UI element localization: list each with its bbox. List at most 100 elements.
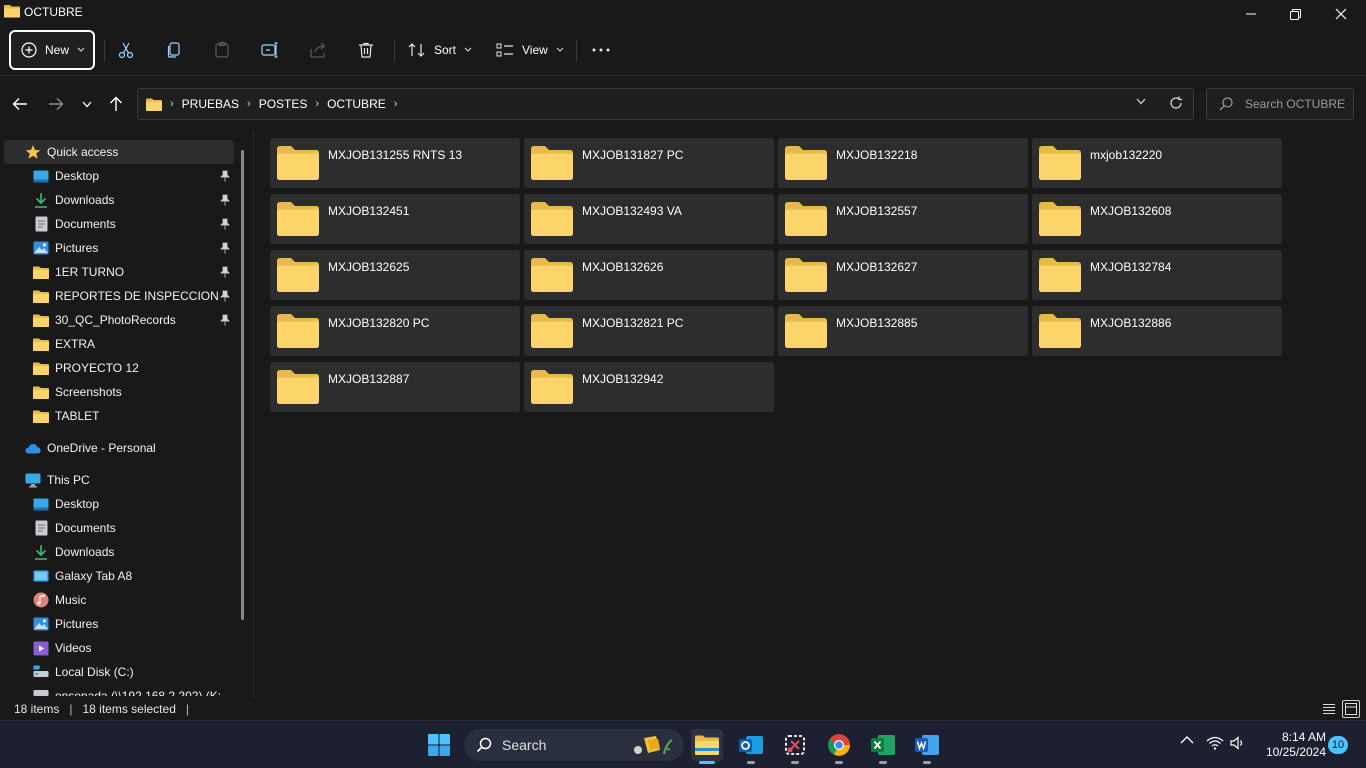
pane-divider[interactable] [253,130,254,698]
folder-name: mxjob132220 [1090,148,1163,162]
system-clock[interactable]: 8:14 AM 10/25/2024 [1256,730,1326,760]
tiles-view-icon[interactable] [1342,700,1360,718]
pin-icon[interactable] [220,242,230,254]
folder-view: MXJOB131255 RNTS 13 MXJOB131827 PC MXJOB13… [268,138,1358,698]
disk-icon [33,664,49,680]
breadcrumb-item[interactable]: OCTUBRE [327,97,386,111]
sidebar-item[interactable]: ensenada (\\192.168.2.202) (K:) [0,684,240,696]
sidebar-item-this-pc[interactable]: This PC [0,468,240,492]
folder-tile[interactable]: mxjob132220 [1032,138,1282,188]
folder-tile[interactable]: MXJOB132942 [524,362,774,412]
search-box[interactable] [1206,88,1355,120]
up-arrow-icon[interactable] [106,94,126,114]
wifi-icon[interactable] [1206,736,1224,750]
sidebar-item[interactable]: Pictures [0,236,240,260]
folder-tile[interactable]: MXJOB132886 [1032,306,1282,356]
sidebar-item-label: TABLET [55,409,100,423]
search-input[interactable] [1245,97,1355,111]
taskbar-search-box[interactable]: Search [464,729,684,761]
folder-tile[interactable]: MXJOB132608 [1032,194,1282,244]
folder-tile[interactable]: MXJOB132626 [524,250,774,300]
sidebar-item[interactable]: 1ER TURNO [0,260,240,284]
show-hidden-icons-chevron-icon[interactable] [1180,735,1194,745]
more-options-icon[interactable] [591,40,611,60]
folder-tile[interactable]: MXJOB132627 [778,250,1028,300]
pin-icon[interactable] [220,266,230,278]
delete-icon[interactable] [356,40,376,60]
excel-icon[interactable] [867,729,899,764]
file-explorer-taskbar-icon[interactable] [691,729,723,764]
sidebar-item[interactable]: Galaxy Tab A8 [0,564,240,588]
sidebar-item[interactable]: EXTRA [0,332,240,356]
pin-icon[interactable] [220,194,230,206]
folder-name: MXJOB132886 [1090,316,1172,330]
sidebar-item[interactable]: PROYECTO 12 [0,356,240,380]
address-history-chevron-icon[interactable] [1136,98,1146,105]
folder-tile[interactable]: MXJOB132557 [778,194,1028,244]
sidebar-item[interactable]: Local Disk (C:) [0,660,240,684]
folder-tile[interactable]: MXJOB132625 [270,250,520,300]
sidebar-scrollbar[interactable] [241,150,244,620]
sidebar-item[interactable]: 30_QC_PhotoRecords [0,308,240,332]
folder-icon [33,408,49,424]
folder-tile[interactable]: MXJOB132821 PC [524,306,774,356]
folder-tile[interactable]: MXJOB132784 [1032,250,1282,300]
pin-icon[interactable] [220,314,230,326]
address-bar[interactable]: › PRUEBAS › POSTES › OCTUBRE › [137,88,1194,120]
details-view-icon[interactable] [1320,700,1338,718]
sidebar-item[interactable]: Downloads [0,540,240,564]
start-windows-icon[interactable] [423,729,455,761]
view-button[interactable]: View [496,38,564,62]
sidebar-item[interactable]: Desktop [0,492,240,516]
refresh-icon[interactable] [1169,96,1183,110]
paste-icon[interactable] [212,40,232,60]
recent-locations-chevron-icon[interactable] [77,94,97,114]
notification-badge[interactable]: 10 [1328,736,1348,754]
pin-icon[interactable] [220,290,230,302]
share-icon[interactable] [308,40,328,60]
copy-icon[interactable] [164,40,184,60]
minimize-button[interactable] [1228,0,1274,28]
folder-tile[interactable]: MXJOB132451 [270,194,520,244]
sidebar-item[interactable]: TABLET [0,404,240,428]
sidebar-item[interactable]: Videos [0,636,240,660]
folder-tile[interactable]: MXJOB132885 [778,306,1028,356]
sidebar-item[interactable]: Screenshots [0,380,240,404]
sidebar-item[interactable]: Desktop [0,164,240,188]
sidebar-item[interactable]: REPORTES DE INSPECCION LOT [0,284,240,308]
folder-tile[interactable]: MXJOB132887 [270,362,520,412]
sidebar-item[interactable]: Music [0,588,240,612]
close-button[interactable] [1318,0,1364,28]
breadcrumb-item[interactable]: POSTES [259,97,308,111]
sidebar-item[interactable]: Documents [0,516,240,540]
sort-button[interactable]: Sort [408,38,472,62]
folder-tile[interactable]: MXJOB131827 PC [524,138,774,188]
pin-icon[interactable] [220,218,230,230]
snipping-tool-icon[interactable] [779,729,811,764]
folder-tile[interactable]: MXJOB131255 RNTS 13 [270,138,520,188]
pin-icon[interactable] [220,170,230,182]
folder-name: MXJOB132821 PC [582,316,684,330]
sidebar-item-onedrive[interactable]: OneDrive - Personal [0,436,240,460]
rename-icon[interactable] [260,40,280,60]
chrome-icon[interactable] [823,729,855,764]
volume-icon[interactable] [1230,736,1246,750]
folder-tile[interactable]: MXJOB132218 [778,138,1028,188]
forward-arrow-icon[interactable] [46,94,66,114]
back-arrow-icon[interactable] [10,94,30,114]
new-button[interactable]: New [9,30,95,70]
restore-button[interactable] [1272,0,1318,28]
sidebar-item[interactable]: Pictures [0,612,240,636]
word-icon[interactable] [911,729,943,764]
sidebar-item-label: Quick access [47,145,119,159]
folder-tile[interactable]: MXJOB132493 VA [524,194,774,244]
sidebar-item-quick-access[interactable]: Quick access [4,140,234,164]
breadcrumb-item[interactable]: PRUEBAS [182,97,239,111]
folder-tile[interactable]: MXJOB132820 PC [270,306,520,356]
running-indicator [879,761,887,764]
sidebar-item[interactable]: Documents [0,212,240,236]
window-title: OCTUBRE [24,5,83,19]
cut-icon[interactable] [116,40,136,60]
sidebar-item[interactable]: Downloads [0,188,240,212]
outlook-icon[interactable] [735,729,767,764]
